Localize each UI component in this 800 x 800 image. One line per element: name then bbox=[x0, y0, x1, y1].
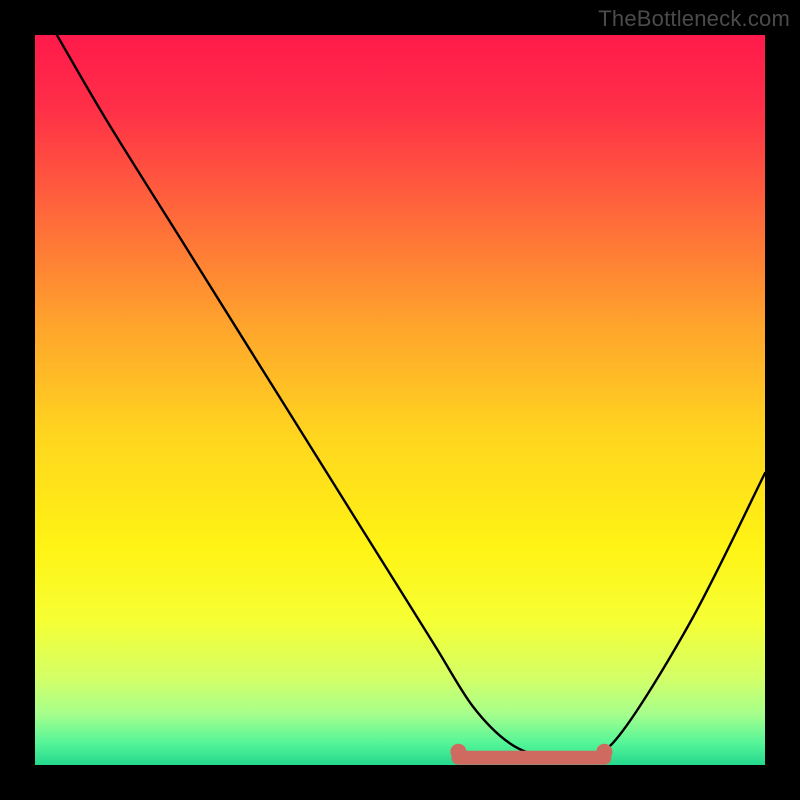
watermark-text: TheBottleneck.com bbox=[598, 6, 790, 32]
curve-layer bbox=[35, 35, 765, 765]
chart-stage: TheBottleneck.com bbox=[0, 0, 800, 800]
bottleneck-curve bbox=[57, 35, 765, 760]
optimal-dot bbox=[596, 744, 612, 760]
optimal-dot bbox=[450, 744, 466, 760]
plot-area bbox=[35, 35, 765, 765]
